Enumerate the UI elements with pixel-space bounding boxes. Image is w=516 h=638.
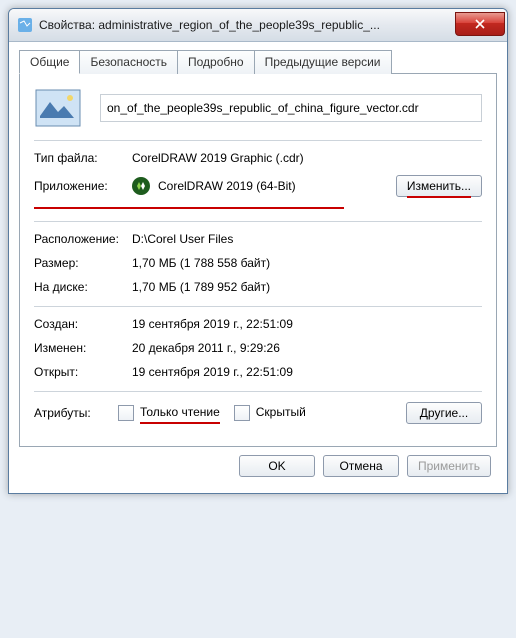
modified-value: 20 декабря 2011 г., 9:29:26 [132, 341, 482, 355]
location-label: Расположение: [34, 232, 132, 246]
separator [34, 306, 482, 307]
created-label: Создан: [34, 317, 132, 331]
hidden-checkbox[interactable]: Скрытый [234, 405, 306, 421]
window-title: Свойства: administrative_region_of_the_p… [39, 18, 449, 32]
tab-previous-versions[interactable]: Предыдущие версии [254, 50, 392, 74]
properties-dialog: Свойства: administrative_region_of_the_p… [8, 8, 508, 494]
cancel-button[interactable]: Отмена [323, 455, 399, 477]
created-value: 19 сентября 2019 г., 22:51:09 [132, 317, 482, 331]
checkbox-icon [234, 405, 250, 421]
tab-page-general: on_of_the_people39s_republic_of_china_fi… [19, 73, 497, 447]
filetype-label: Тип файла: [34, 151, 132, 165]
tab-details[interactable]: Подробно [177, 50, 255, 74]
modified-label: Изменен: [34, 341, 132, 355]
disk-label: На диске: [34, 280, 132, 294]
checkbox-icon [118, 405, 134, 421]
change-button[interactable]: Изменить... [396, 175, 482, 197]
apply-button[interactable]: Применить [407, 455, 491, 477]
other-attrs-button[interactable]: Другие... [406, 402, 482, 424]
ok-button[interactable]: OK [239, 455, 315, 477]
accessed-value: 19 сентября 2019 г., 22:51:09 [132, 365, 482, 379]
tab-security[interactable]: Безопасность [79, 50, 178, 74]
file-icon [17, 17, 33, 33]
app-value: CorelDRAW 2019 (64-Bit) [158, 179, 296, 193]
titlebar[interactable]: Свойства: administrative_region_of_the_p… [9, 9, 507, 42]
readonly-label: Только чтение [140, 405, 220, 424]
filetype-value: CorelDRAW 2019 Graphic (.cdr) [132, 151, 482, 165]
separator [34, 221, 482, 222]
accessed-label: Открыт: [34, 365, 132, 379]
size-value: 1,70 МБ (1 788 558 байт) [132, 256, 482, 270]
attrs-label: Атрибуты: [34, 406, 104, 420]
tab-general[interactable]: Общие [19, 50, 80, 74]
separator [34, 391, 482, 392]
dialog-footer: OK Отмена Применить [19, 447, 497, 483]
tab-strip: Общие Безопасность Подробно Предыдущие в… [19, 50, 497, 74]
large-file-icon [34, 88, 82, 128]
location-value: D:\Corel User Files [132, 232, 482, 246]
filename-input[interactable]: on_of_the_people39s_republic_of_china_fi… [100, 94, 482, 122]
app-icon [132, 177, 150, 195]
client-area: Общие Безопасность Подробно Предыдущие в… [9, 42, 507, 493]
disk-value: 1,70 МБ (1 789 952 байт) [132, 280, 482, 294]
size-label: Размер: [34, 256, 132, 270]
readonly-checkbox[interactable]: Только чтение [118, 405, 220, 421]
app-label: Приложение: [34, 179, 132, 193]
hidden-label: Скрытый [256, 405, 306, 419]
separator [34, 140, 482, 141]
highlight-underline [34, 207, 344, 209]
close-button[interactable] [455, 12, 505, 36]
